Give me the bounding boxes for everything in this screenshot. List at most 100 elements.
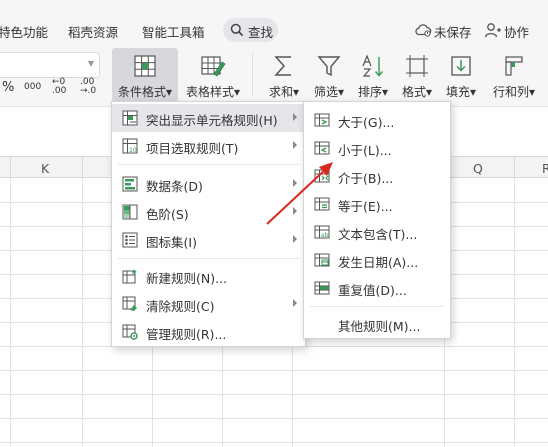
menu-item-label: 发生日期(A)... — [338, 255, 419, 270]
date-occurring-icon — [314, 253, 330, 267]
menu-item-duplicate-values[interactable]: 重复值(D)... — [304, 274, 450, 302]
less-than-icon — [314, 141, 330, 155]
user-add-icon — [484, 23, 501, 38]
fill-label: 填充▾ — [445, 85, 477, 99]
menu-item-less-than[interactable]: 小于(L)... — [304, 134, 450, 162]
save-status[interactable]: 未保存 — [414, 22, 476, 40]
menu-item-color-scales[interactable]: 色阶(S) — [112, 198, 305, 226]
menu-item-label: 清除规则(C) — [146, 299, 215, 314]
menu-item-label: 数据条(D) — [146, 179, 203, 194]
filter-button[interactable]: 筛选▾ — [308, 48, 350, 102]
ribbon-toolbar: ▼ % 000 ←0 .00 .00 →.0 条件格式▾ 表格样式▾ 求和▾ 筛… — [0, 44, 548, 106]
menu-item-text-contains[interactable]: ab 文本包含(T)... — [304, 218, 450, 246]
tab-smart-toolbox[interactable]: 智能工具箱 — [142, 22, 205, 41]
table-style-button[interactable]: 表格样式▾ — [180, 48, 246, 102]
toolbar-divider — [252, 52, 253, 96]
sort-button[interactable]: 排序▾ — [352, 48, 394, 102]
menu-item-label: 管理规则(R)... — [146, 327, 227, 342]
increase-decimal-button[interactable]: ←0 .00 — [52, 78, 72, 96]
menu-item-manage-rules[interactable]: 管理规则(R)... — [112, 318, 305, 346]
menu-item-other-rules[interactable]: 其他规则(M)... — [304, 310, 450, 338]
number-format-select[interactable]: ▼ — [0, 52, 100, 78]
sum-label: 求和▾ — [268, 85, 300, 99]
submenu-arrow-icon — [293, 299, 297, 307]
column-letter-k[interactable]: K — [41, 161, 49, 176]
grid-line — [0, 442, 548, 443]
duplicate-icon — [314, 281, 330, 295]
highlight-rules-submenu: 大于(G)... 小于(L)... 介于(B)... 等于(E)... ab 文… — [303, 101, 451, 339]
row-col-button[interactable]: 行和列▾ — [486, 48, 542, 102]
submenu-arrow-icon — [293, 207, 297, 215]
menu-item-label: 图标集(I) — [146, 235, 197, 250]
conditional-format-icon — [134, 55, 156, 77]
menu-item-label: 重复值(D)... — [338, 283, 407, 298]
menu-item-data-bars[interactable]: 数据条(D) — [112, 170, 305, 198]
conditional-format-label: 条件格式▾ — [117, 85, 173, 99]
tab-docer-resources[interactable]: 稻壳资源 — [68, 22, 118, 41]
collab-label: 协作 — [504, 25, 530, 40]
menu-item-label: 项目选取规则(T) — [146, 141, 239, 156]
decrease-decimal-button[interactable]: .00 →.0 — [80, 78, 102, 96]
manage-rule-icon — [122, 324, 138, 340]
menu-item-between[interactable]: 介于(B)... — [304, 162, 450, 190]
fill-button[interactable]: 填充▾ — [440, 48, 482, 102]
cloud-icon — [415, 24, 432, 37]
highlight-rules-icon — [122, 110, 138, 126]
table-style-icon — [201, 56, 226, 77]
icon-set-icon — [122, 232, 138, 248]
percent-button[interactable]: % — [2, 80, 14, 95]
menu-divider — [118, 258, 299, 259]
filter-label: 筛选▾ — [313, 85, 345, 99]
menu-item-label: 小于(L)... — [338, 143, 392, 158]
new-rule-icon — [122, 269, 137, 284]
menu-item-equal-to[interactable]: 等于(E)... — [304, 190, 450, 218]
menu-item-icon-sets[interactable]: 图标集(I) — [112, 226, 305, 254]
menu-item-date-occurring[interactable]: 发生日期(A)... — [304, 246, 450, 274]
table-style-label: 表格样式▾ — [185, 85, 241, 99]
column-letter-r[interactable]: R — [542, 161, 548, 176]
thousands-button[interactable]: 000 — [24, 82, 41, 92]
menu-item-greater-than[interactable]: 大于(G)... — [304, 106, 450, 134]
collab-button[interactable]: 协作 — [484, 22, 534, 40]
menu-item-label: 色阶(S) — [146, 207, 189, 222]
menu-item-new-rule[interactable]: 新建规则(N)... — [112, 262, 305, 290]
conditional-format-menu: 突出显示单元格规则(H) 10 项目选取规则(T) 数据条(D) 色阶(S) 图… — [111, 101, 306, 347]
search-label: 查找 — [248, 25, 274, 40]
menu-item-clear-rules[interactable]: 清除规则(C) — [112, 290, 305, 318]
top-bottom-icon: 10 — [122, 138, 138, 154]
menu-item-label: 其他规则(M)... — [338, 319, 421, 334]
menu-divider — [310, 306, 444, 307]
menu-item-highlight-rules[interactable]: 突出显示单元格规则(H) — [112, 104, 305, 132]
column-letter-q[interactable]: Q — [473, 161, 483, 176]
menu-item-label: 等于(E)... — [338, 199, 393, 214]
menu-item-label: 突出显示单元格规则(H) — [146, 113, 278, 128]
sigma-icon — [274, 56, 291, 76]
format-label: 格式▾ — [401, 85, 433, 99]
column-divider — [10, 157, 11, 179]
sum-button[interactable]: 求和▾ — [262, 48, 306, 102]
filter-icon — [317, 56, 341, 77]
submenu-arrow-icon — [293, 141, 297, 149]
text-contains-icon: ab — [314, 225, 330, 239]
menu-item-label: 介于(B)... — [338, 171, 394, 186]
submenu-arrow-icon — [293, 113, 297, 121]
greater-than-icon — [314, 113, 330, 127]
column-divider — [82, 157, 83, 179]
grid-line — [10, 178, 11, 447]
menu-divider — [118, 164, 299, 165]
format-icon — [406, 55, 428, 77]
column-divider — [514, 157, 515, 179]
menu-item-label: 新建规则(N)... — [146, 271, 228, 286]
grid-line — [514, 178, 515, 447]
search-button[interactable]: 查找 — [223, 18, 278, 42]
submenu-arrow-icon — [293, 235, 297, 243]
tab-special-features[interactable]: 特色功能 — [0, 22, 48, 41]
sort-label: 排序▾ — [357, 85, 389, 99]
menu-item-label: 文本包含(T)... — [338, 227, 418, 242]
format-button[interactable]: 格式▾ — [396, 48, 438, 102]
menu-item-top-bottom-rules[interactable]: 10 项目选取规则(T) — [112, 132, 305, 160]
menu-item-label: 大于(G)... — [338, 115, 395, 130]
grid-line — [0, 394, 548, 395]
submenu-arrow-icon — [293, 179, 297, 187]
conditional-format-button[interactable]: 条件格式▾ — [112, 48, 178, 102]
